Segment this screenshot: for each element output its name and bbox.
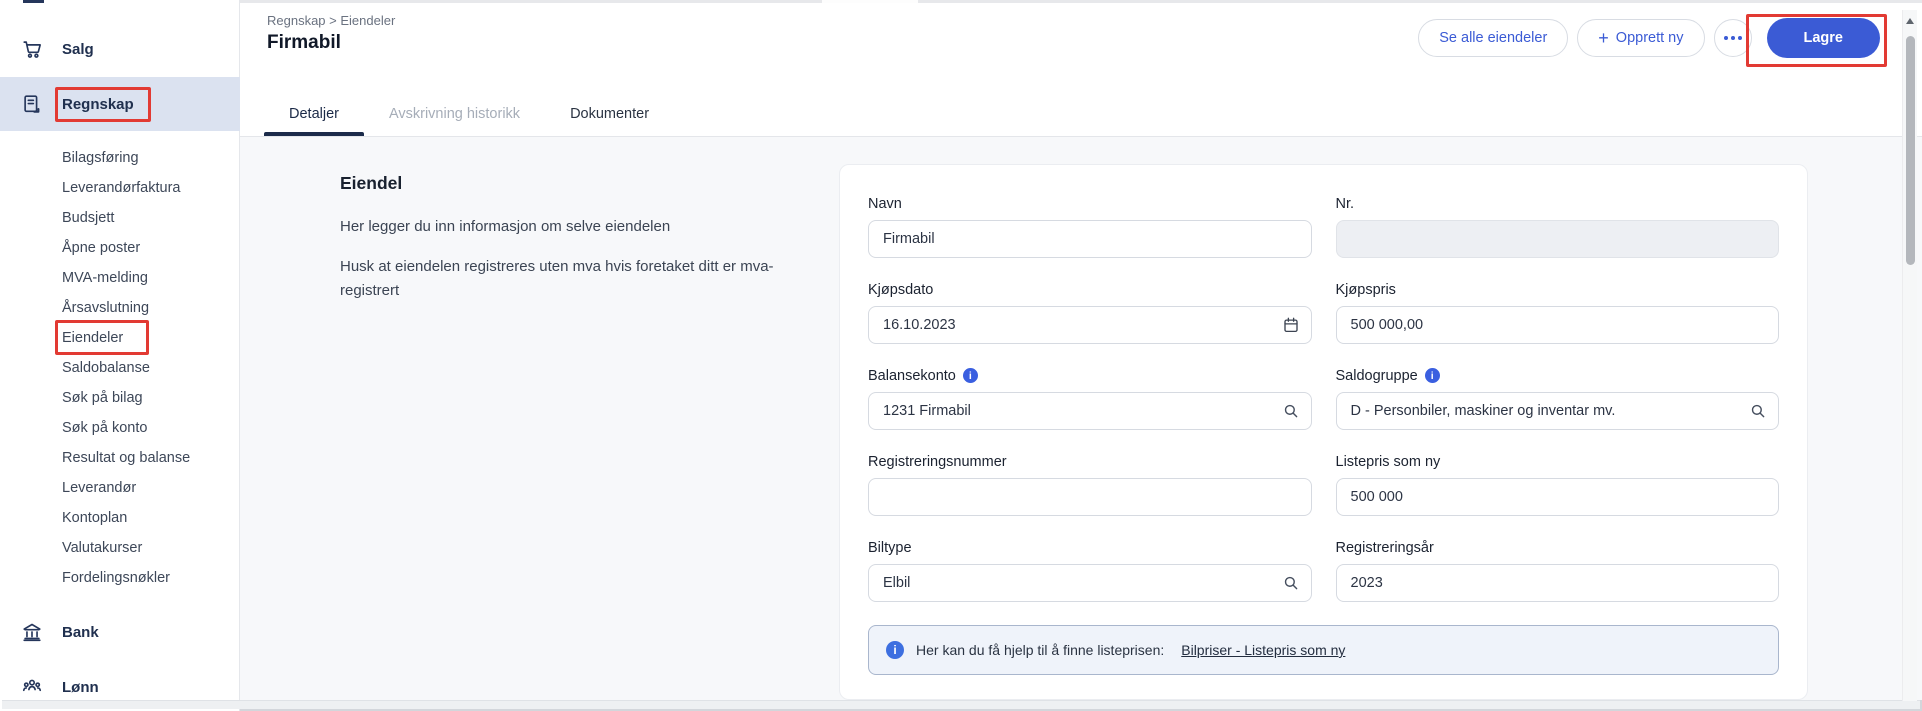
bilpriser-link[interactable]: Bilpriser - Listepris som ny — [1181, 642, 1345, 658]
biltype-input[interactable] — [868, 564, 1312, 602]
field-kjopspris: Kjøpspris — [1336, 281, 1780, 344]
sidebar-item-label: Salg — [62, 41, 94, 58]
tab-bar: Detaljer Avskrivning historikk Dokumente… — [264, 106, 674, 136]
sidebar-item-regnskap[interactable]: Regnskap — [0, 86, 240, 122]
kjopspris-input[interactable] — [1336, 306, 1780, 344]
main-content: Eiendel Her legger du inn informasjon om… — [240, 137, 1922, 700]
header-actions: Se alle eiendeler + Opprett ny Lagre — [1418, 14, 1886, 62]
registreringsnummer-label: Registreringsnummer — [868, 453, 1312, 470]
search-icon[interactable] — [1282, 574, 1300, 592]
sidebar-item-label: Lønn — [62, 679, 99, 696]
balansekonto-input[interactable] — [868, 392, 1312, 430]
save-button[interactable]: Lagre — [1767, 18, 1881, 58]
listepris-help-banner: i Her kan du få hjelp til å finne listep… — [868, 625, 1779, 675]
sidebar-item-fordelingsnokler[interactable]: Fordelingsnøkler — [0, 563, 240, 593]
banner-text: Her kan du få hjelp til å finne listepri… — [916, 642, 1164, 658]
nr-input — [1336, 220, 1780, 258]
registreringsar-input[interactable] — [1336, 564, 1780, 602]
field-registreringsnummer: Registreringsnummer — [868, 453, 1312, 516]
saldogruppe-label: Saldogruppe i — [1336, 367, 1780, 384]
field-navn: Navn — [868, 195, 1312, 258]
bank-icon — [21, 621, 43, 643]
kjopsdato-label: Kjøpsdato — [868, 281, 1312, 298]
scrollbar-up-arrow[interactable] — [1906, 18, 1914, 24]
asset-form-card: Navn Nr. Kjøpsdato — [839, 164, 1808, 700]
sidebar-item-leverandor[interactable]: Leverandør — [0, 473, 240, 503]
section-description: Eiendel Her legger du inn informasjon om… — [340, 173, 795, 319]
sidebar: Salg Regnskap Bilagsføring Leverandørfak… — [0, 0, 240, 711]
kjopspris-label: Kjøpspris — [1336, 281, 1780, 298]
biltype-label: Biltype — [868, 539, 1312, 556]
sidebar-item-budsjett[interactable]: Budsjett — [0, 203, 240, 233]
scrolled-icon-remnant — [23, 0, 44, 3]
sidebar-item-saldobalanse[interactable]: Saldobalanse — [0, 353, 240, 383]
browser-edge-strip — [240, 0, 1922, 3]
sidebar-item-sok-pa-bilag[interactable]: Søk på bilag — [0, 383, 240, 413]
calendar-icon[interactable] — [1282, 316, 1300, 334]
page-title: Firmabil — [267, 32, 341, 54]
navn-label: Navn — [868, 195, 1312, 212]
tab-detaljer[interactable]: Detaljer — [264, 106, 364, 136]
sidebar-item-bilagsforing[interactable]: Bilagsføring — [0, 143, 240, 173]
sidebar-item-valutakurser[interactable]: Valutakurser — [0, 533, 240, 563]
save-button-wrap: Lagre — [1761, 14, 1887, 62]
field-kjopsdato: Kjøpsdato — [868, 281, 1312, 344]
sidebar-subnav: Bilagsføring Leverandørfaktura Budsjett … — [0, 143, 240, 593]
ledger-icon — [21, 93, 43, 115]
more-options-button[interactable] — [1714, 19, 1752, 57]
sidebar-item-kontoplan[interactable]: Kontoplan — [0, 503, 240, 533]
balansekonto-label: Balansekonto i — [868, 367, 1312, 384]
registreringsar-label: Registreringsår — [1336, 539, 1780, 556]
sidebar-item-mva-melding[interactable]: MVA-melding — [0, 263, 240, 293]
create-new-button[interactable]: + Opprett ny — [1577, 19, 1704, 57]
field-registreringsar: Registreringsår — [1336, 539, 1780, 602]
see-all-assets-button[interactable]: Se alle eiendeler — [1418, 19, 1568, 57]
sidebar-item-leverandorfaktura[interactable]: Leverandørfaktura — [0, 173, 240, 203]
search-icon[interactable] — [1282, 402, 1300, 420]
navn-input[interactable] — [868, 220, 1312, 258]
plus-icon: + — [1598, 29, 1609, 47]
registreringsnummer-input[interactable] — [868, 478, 1312, 516]
info-icon: i — [886, 641, 904, 659]
field-listepris: Listepris som ny — [1336, 453, 1780, 516]
sidebar-item-resultat-og-balanse[interactable]: Resultat og balanse — [0, 443, 240, 473]
sidebar-item-label: Regnskap — [62, 96, 134, 113]
listepris-label: Listepris som ny — [1336, 453, 1780, 470]
section-description-1: Her legger du inn informasjon om selve e… — [340, 215, 795, 238]
people-icon — [21, 676, 43, 698]
saldogruppe-input[interactable] — [1336, 392, 1780, 430]
field-balansekonto: Balansekonto i — [868, 367, 1312, 430]
info-icon[interactable]: i — [1425, 368, 1440, 383]
vertical-scrollbar[interactable] — [1902, 10, 1917, 701]
scrollbar-thumb[interactable] — [1906, 36, 1915, 265]
sidebar-item-sok-pa-konto[interactable]: Søk på konto — [0, 413, 240, 443]
tab-avskrivning-historikk[interactable]: Avskrivning historikk — [364, 106, 545, 136]
browser-tab-gap — [822, 0, 918, 3]
sidebar-item-salg[interactable]: Salg — [0, 31, 240, 67]
field-nr: Nr. — [1336, 195, 1780, 258]
window-bottom-edge — [2, 700, 1920, 709]
info-icon[interactable]: i — [963, 368, 978, 383]
asset-form: Navn Nr. Kjøpsdato — [840, 165, 1807, 675]
section-title: Eiendel — [340, 173, 795, 194]
search-icon[interactable] — [1749, 402, 1767, 420]
sidebar-item-arsavslutning[interactable]: Årsavslutning — [0, 293, 240, 323]
listepris-input[interactable] — [1336, 478, 1780, 516]
sidebar-item-label: Bank — [62, 624, 99, 641]
app-window: Salg Regnskap Bilagsføring Leverandørfak… — [0, 0, 1922, 711]
field-biltype: Biltype — [868, 539, 1312, 602]
section-description-2: Husk at eiendelen registreres uten mva h… — [340, 255, 795, 302]
sidebar-item-bank[interactable]: Bank — [0, 614, 240, 650]
cart-icon — [21, 38, 43, 60]
tab-dokumenter[interactable]: Dokumenter — [545, 106, 674, 136]
kjopsdato-input[interactable] — [868, 306, 1312, 344]
nr-label: Nr. — [1336, 195, 1780, 212]
ellipsis-icon — [1724, 36, 1728, 40]
sidebar-item-eiendeler[interactable]: Eiendeler — [0, 323, 240, 353]
sidebar-item-apne-poster[interactable]: Åpne poster — [0, 233, 240, 263]
field-saldogruppe: Saldogruppe i — [1336, 367, 1780, 430]
breadcrumb[interactable]: Regnskap > Eiendeler — [267, 13, 395, 28]
page-header: Regnskap > Eiendeler Firmabil Se alle ei… — [240, 0, 1922, 137]
